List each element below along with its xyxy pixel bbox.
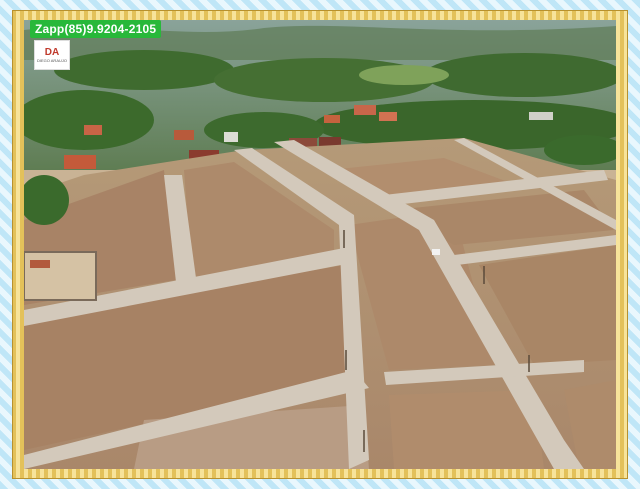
aerial-subdivision-scene [24, 20, 616, 469]
tree-cluster [54, 50, 234, 90]
logo-subtext: DIEGO ARAUJO [36, 57, 67, 63]
walled-compound [24, 251, 97, 301]
aerial-photo [24, 20, 616, 469]
logo-mark: DA [44, 46, 60, 58]
tree-cluster [424, 53, 616, 97]
company-logo: DA DIEGO ARAUJO [34, 40, 70, 70]
car [432, 249, 440, 255]
green-field [359, 65, 449, 85]
whatsapp-contact-badge: Zapp(85)9.9204-2105 [30, 20, 162, 38]
